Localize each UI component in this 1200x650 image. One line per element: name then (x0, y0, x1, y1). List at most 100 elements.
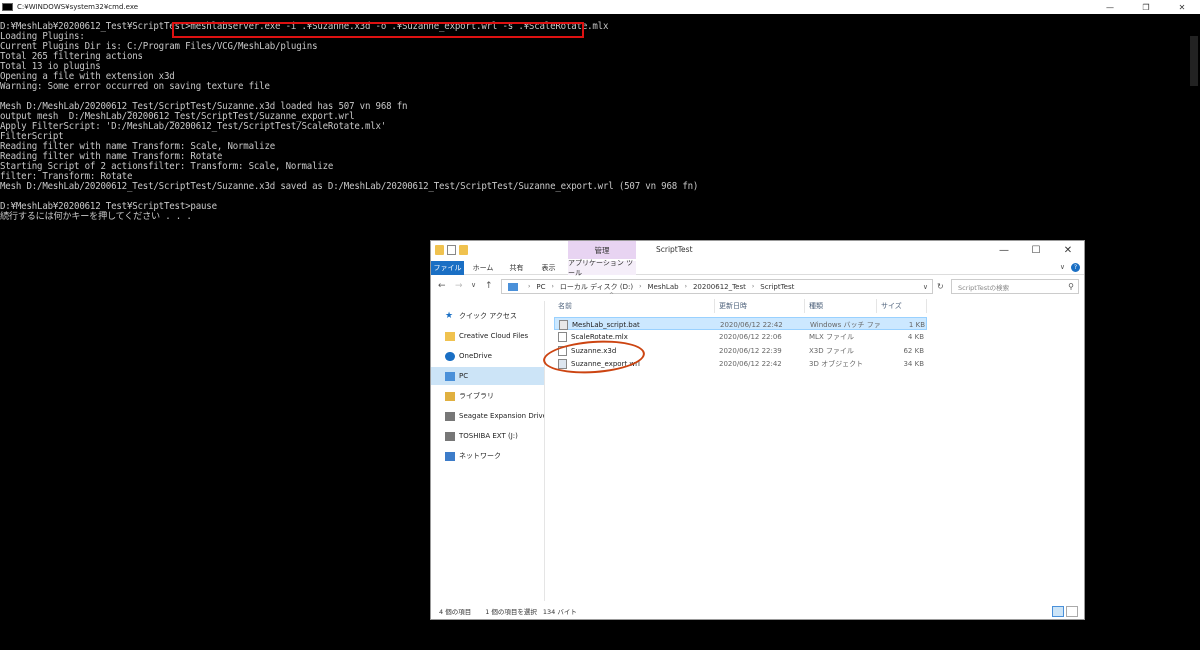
sidebar-item-label: ライブラリ (459, 392, 494, 400)
search-icon: ⚲ (1068, 282, 1074, 291)
breadcrumb-item[interactable]: MeshLab (648, 283, 679, 291)
file-size: 1 KB (908, 320, 925, 329)
search-input[interactable]: ScriptTestの検索 ⚲ (951, 279, 1079, 294)
large-icons-view-icon[interactable] (1066, 606, 1078, 617)
scrollbar-thumb[interactable] (1190, 36, 1198, 86)
sidebar-item-label: PC (459, 372, 469, 380)
status-size: 134 バイト (542, 608, 577, 616)
ribbon-tabs: ファイル ホーム 共有 表示 アプリケーション ツール ∨ ? (431, 259, 1084, 277)
address-dropdown-icon[interactable]: ∨ (923, 283, 928, 291)
folder-icon (435, 245, 444, 255)
breadcrumb-separator-icon[interactable]: › (752, 283, 754, 290)
pane-divider[interactable] (544, 301, 545, 601)
file-name-cell: MeshLab_script.bat (559, 318, 640, 331)
sidebar-item-label: OneDrive (459, 352, 492, 360)
cmd-scrollbar[interactable] (1188, 14, 1200, 650)
restore-button[interactable]: ❐ (1128, 0, 1164, 14)
explorer-window-title: ScriptTest (656, 245, 693, 254)
sidebar-item-label: Seagate Expansion Drive ( (459, 412, 545, 420)
sidebar-item[interactable]: OneDrive (431, 347, 545, 365)
manage-context-header: 管理 (568, 241, 636, 259)
breadcrumb-separator-icon[interactable]: › (639, 283, 641, 290)
sidebar-item[interactable]: ネットワーク (431, 447, 545, 465)
quick-access-toolbar (435, 245, 468, 255)
refresh-icon[interactable]: ↻ (937, 282, 944, 291)
sidebar-item[interactable]: Seagate Expansion Drive ( (431, 407, 545, 425)
column-type[interactable]: 種類 (805, 299, 877, 313)
new-folder-icon[interactable] (459, 245, 468, 255)
sidebar-item-label: クイック アクセス (459, 312, 517, 320)
explorer-maximize-button[interactable]: ☐ (1020, 241, 1052, 259)
pc-icon (508, 282, 518, 291)
column-name[interactable]: 名前 (554, 299, 715, 313)
file-date: 2020/06/12 22:06 (719, 333, 782, 341)
status-bar: 4 個の項目 1 個の項目を選択 134 バイト (431, 603, 1084, 619)
pc-icon (445, 371, 455, 381)
breadcrumb-separator-icon[interactable]: › (685, 283, 687, 290)
breadcrumb-item[interactable]: ローカル ディスク (D:) (560, 282, 633, 292)
explorer-close-button[interactable]: ✕ (1052, 241, 1084, 259)
tab-share[interactable]: 共有 (504, 261, 529, 275)
column-size[interactable]: サイズ (877, 299, 927, 313)
help-icon[interactable]: ? (1071, 263, 1080, 272)
tab-file[interactable]: ファイル (431, 261, 464, 275)
address-row: ← → ∨ ↑ › PC › ローカル ディスク (D:) › MeshLab › 20200… (431, 278, 1084, 296)
breadcrumb-item[interactable]: ScriptTest (760, 283, 794, 291)
up-arrow-icon[interactable]: ↑ (485, 281, 493, 291)
close-button[interactable]: ✕ (1164, 0, 1200, 14)
column-date[interactable]: 更新日時 (715, 299, 805, 313)
tab-home[interactable]: ホーム (469, 261, 497, 275)
file-type: 3D オブジェクト (809, 360, 864, 368)
details-view-icon[interactable] (1052, 606, 1064, 617)
cmd-titlebar[interactable]: C:¥WINDOWS¥system32¥cmd.exe — ❐ ✕ (0, 0, 1200, 14)
address-bar[interactable]: › PC › ローカル ディスク (D:) › MeshLab › 20200612_Test… (501, 279, 933, 294)
explorer-minimize-button[interactable]: — (988, 241, 1020, 259)
sidebar-item[interactable]: ライブラリ (431, 387, 545, 405)
file-name: MeshLab_script.bat (572, 320, 640, 329)
breadcrumb-item[interactable]: 20200612_Test (693, 283, 746, 291)
breadcrumb-item[interactable]: PC (536, 283, 545, 291)
sidebar-item[interactable]: Creative Cloud Files (431, 327, 545, 345)
status-item-count: 4 個の項目 (439, 608, 472, 616)
file-size: 62 KB (903, 346, 924, 355)
minimize-button[interactable]: — (1092, 0, 1128, 14)
command-highlight-annotation (172, 22, 584, 38)
file-date: 2020/06/12 22:42 (719, 360, 782, 368)
console-output: D:¥MeshLab¥20200612_Test¥ScriptTest>mesh… (0, 22, 698, 222)
file-date: 2020/06/12 22:42 (720, 320, 783, 329)
tab-view[interactable]: 表示 (536, 261, 561, 275)
recent-locations-icon[interactable]: ∨ (471, 281, 476, 289)
drive-icon (445, 431, 455, 441)
cloud-icon (445, 351, 455, 361)
sidebar-item[interactable]: ★ クイック アクセス (431, 307, 545, 325)
properties-icon[interactable] (447, 245, 456, 255)
file-date: 2020/06/12 22:39 (719, 346, 782, 355)
file-size: 34 KB (903, 360, 924, 368)
cmd-window-title: C:¥WINDOWS¥system32¥cmd.exe (17, 3, 139, 11)
drive-icon (445, 411, 455, 421)
cmd-app-icon (2, 3, 13, 11)
breadcrumb-separator-icon[interactable]: › (552, 283, 554, 290)
file-size: 4 KB (907, 333, 924, 341)
file-row[interactable]: MeshLab_script.bat 2020/06/12 22:42 Window… (554, 317, 927, 330)
file-type: X3D ファイル (809, 346, 854, 355)
console-line: Total 265 filtering actions (0, 51, 143, 62)
back-arrow-icon[interactable]: ← (438, 281, 446, 291)
explorer-titlebar[interactable]: 管理 ScriptTest — ☐ ✕ (431, 241, 1084, 261)
file-explorer-window: 管理 ScriptTest — ☐ ✕ ファイル ホーム 共有 表示 アプリケー… (430, 240, 1085, 620)
sidebar-item[interactable]: TOSHIBA EXT (J:) (431, 427, 545, 445)
console-line: Mesh D:/MeshLab/20200612_Test/ScriptTest… (0, 181, 699, 192)
tab-application-tools[interactable]: アプリケーション ツール (568, 259, 636, 277)
breadcrumb-separator-icon[interactable]: › (528, 283, 530, 290)
console-line: Apply FilterScript: 'D:/MeshLab/20200612… (0, 121, 387, 132)
net-icon (445, 451, 455, 461)
forward-arrow-icon[interactable]: → (455, 281, 463, 291)
sidebar-item-label: ネットワーク (459, 452, 501, 460)
expand-ribbon-icon[interactable]: ∨ (1060, 263, 1065, 272)
column-headers: 名前 更新日時 種類 サイズ (554, 299, 934, 313)
search-placeholder: ScriptTestの検索 (958, 283, 1010, 292)
file-bat-icon (559, 319, 568, 330)
navigation-pane: ★ クイック アクセス Creative Cloud Files OneDrive PC… (431, 301, 545, 601)
breadcrumb: › PC › ローカル ディスク (D:) › MeshLab › 20200612_Test… (522, 282, 794, 292)
sidebar-item[interactable]: PC (431, 367, 545, 385)
